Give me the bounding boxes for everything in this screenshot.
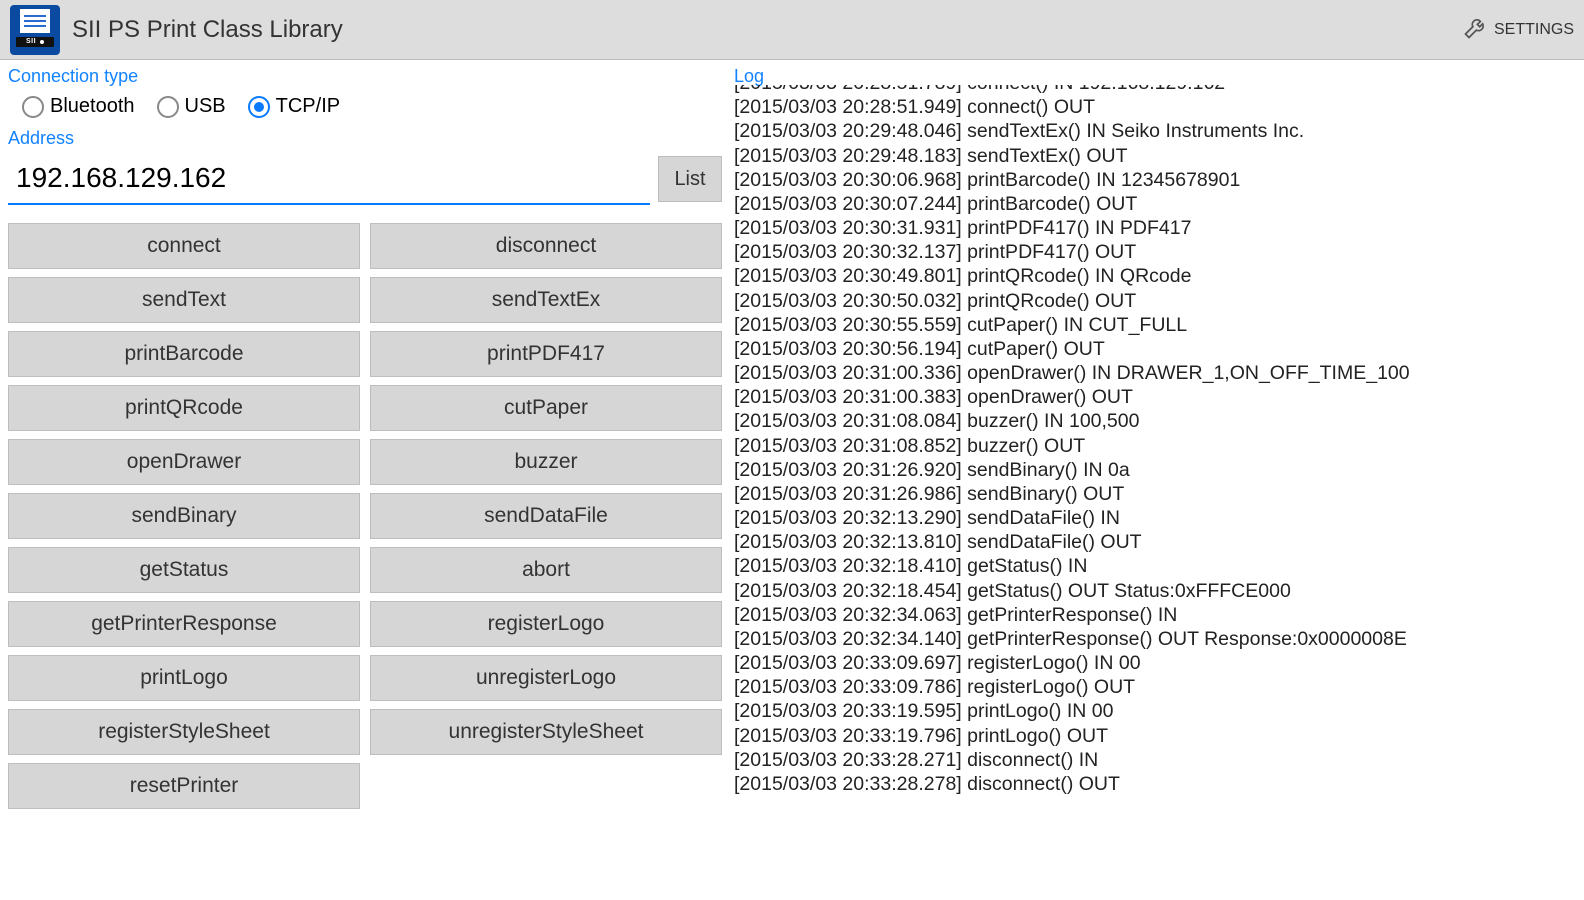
app-icon-text: SII bbox=[26, 38, 36, 45]
settings-button[interactable]: SETTINGS bbox=[1462, 13, 1574, 46]
radio-tcpip-label: TCP/IP bbox=[276, 95, 340, 118]
wrench-icon bbox=[1462, 13, 1490, 46]
getstatus-button[interactable]: getStatus bbox=[8, 547, 360, 593]
log-line: [2015/03/03 20:28:51.949] connect() OUT bbox=[734, 95, 1576, 119]
log-line: [2015/03/03 20:33:28.278] disconnect() O… bbox=[734, 772, 1576, 796]
right-panel: Log [2015/03/03 20:28:51.789] connect() … bbox=[730, 60, 1584, 900]
radio-usb[interactable]: USB bbox=[157, 95, 226, 118]
log-line: [2015/03/03 20:30:55.559] cutPaper() IN … bbox=[734, 313, 1576, 337]
log-line: [2015/03/03 20:32:13.290] sendDataFile()… bbox=[734, 506, 1576, 530]
log-line: [2015/03/03 20:32:13.810] sendDataFile()… bbox=[734, 530, 1576, 554]
titlebar: SII SII PS Print Class Library SETTINGS bbox=[0, 0, 1584, 60]
log-line: [2015/03/03 20:32:18.410] getStatus() IN bbox=[734, 554, 1576, 578]
sendtextex-button[interactable]: sendTextEx bbox=[370, 277, 722, 323]
resetprinter-button[interactable]: resetPrinter bbox=[8, 763, 360, 809]
log-line: [2015/03/03 20:31:26.920] sendBinary() I… bbox=[734, 458, 1576, 482]
log-line: [2015/03/03 20:32:34.140] getPrinterResp… bbox=[734, 627, 1576, 651]
log-line: [2015/03/03 20:30:07.244] printBarcode()… bbox=[734, 192, 1576, 216]
connect-button[interactable]: connect bbox=[8, 223, 360, 269]
address-input[interactable] bbox=[8, 153, 650, 205]
list-button[interactable]: List bbox=[658, 156, 722, 202]
abort-button[interactable]: abort bbox=[370, 547, 722, 593]
log-line: [2015/03/03 20:30:06.968] printBarcode()… bbox=[734, 168, 1576, 192]
radio-bluetooth[interactable]: Bluetooth bbox=[22, 95, 135, 118]
log-line: [2015/03/03 20:30:32.137] printPDF417() … bbox=[734, 240, 1576, 264]
unregisterlogo-button[interactable]: unregisterLogo bbox=[370, 655, 722, 701]
registerlogo-button[interactable]: registerLogo bbox=[370, 601, 722, 647]
log-line: [2015/03/03 20:33:09.786] registerLogo()… bbox=[734, 675, 1576, 699]
log-line: [2015/03/03 20:33:19.796] printLogo() OU… bbox=[734, 724, 1576, 748]
getprinterresponse-button[interactable]: getPrinterResponse bbox=[8, 601, 360, 647]
radio-usb-label: USB bbox=[185, 95, 226, 118]
printpdf417-button[interactable]: printPDF417 bbox=[370, 331, 722, 377]
cutpaper-button[interactable]: cutPaper bbox=[370, 385, 722, 431]
log-line: [2015/03/03 20:30:50.032] printQRcode() … bbox=[734, 289, 1576, 313]
log-line: [2015/03/03 20:33:19.595] printLogo() IN… bbox=[734, 699, 1576, 723]
log-line: [2015/03/03 20:31:26.986] sendBinary() O… bbox=[734, 482, 1576, 506]
connection-type-row: Bluetooth USB TCP/IP bbox=[8, 89, 722, 128]
left-panel: Connection type Bluetooth USB TCP/IP Add… bbox=[0, 60, 730, 900]
log-line: [2015/03/03 20:31:08.084] buzzer() IN 10… bbox=[734, 409, 1576, 433]
disconnect-button[interactable]: disconnect bbox=[370, 223, 722, 269]
log-line: [2015/03/03 20:33:28.271] disconnect() I… bbox=[734, 748, 1576, 772]
log-line: [2015/03/03 20:30:56.194] cutPaper() OUT bbox=[734, 337, 1576, 361]
log-line: [2015/03/03 20:31:00.336] openDrawer() I… bbox=[734, 361, 1576, 385]
opendrawer-button[interactable]: openDrawer bbox=[8, 439, 360, 485]
senddatafile-button[interactable]: sendDataFile bbox=[370, 493, 722, 539]
registerstylesheet-button[interactable]: registerStyleSheet bbox=[8, 709, 360, 755]
log-line: [2015/03/03 20:29:48.046] sendTextEx() I… bbox=[734, 119, 1576, 143]
address-label: Address bbox=[8, 128, 722, 149]
log-line: [2015/03/03 20:30:31.931] printPDF417() … bbox=[734, 216, 1576, 240]
log-line: [2015/03/03 20:30:49.801] printQRcode() … bbox=[734, 264, 1576, 288]
log-line: [2015/03/03 20:31:00.383] openDrawer() O… bbox=[734, 385, 1576, 409]
log-line: [2015/03/03 20:32:34.063] getPrinterResp… bbox=[734, 603, 1576, 627]
log-label: Log bbox=[734, 66, 1576, 87]
printlogo-button[interactable]: printLogo bbox=[8, 655, 360, 701]
buzzer-button[interactable]: buzzer bbox=[370, 439, 722, 485]
log-line: [2015/03/03 20:31:08.852] buzzer() OUT bbox=[734, 434, 1576, 458]
unregisterstylesheet-button[interactable]: unregisterStyleSheet bbox=[370, 709, 722, 755]
log-line: [2015/03/03 20:32:18.454] getStatus() OU… bbox=[734, 579, 1576, 603]
radio-icon bbox=[22, 96, 44, 118]
radio-icon bbox=[157, 96, 179, 118]
app-title: SII PS Print Class Library bbox=[72, 16, 1462, 44]
log-line: [2015/03/03 20:28:51.789] connect() IN 1… bbox=[734, 85, 1576, 95]
log-line: [2015/03/03 20:33:09.697] registerLogo()… bbox=[734, 651, 1576, 675]
app-icon: SII bbox=[10, 5, 60, 55]
api-button-grid: connectdisconnectsendTextsendTextExprint… bbox=[8, 223, 722, 809]
log-line: [2015/03/03 20:29:48.183] sendTextEx() O… bbox=[734, 144, 1576, 168]
settings-label: SETTINGS bbox=[1494, 21, 1574, 39]
connection-type-label: Connection type bbox=[8, 66, 722, 87]
sendbinary-button[interactable]: sendBinary bbox=[8, 493, 360, 539]
printqrcode-button[interactable]: printQRcode bbox=[8, 385, 360, 431]
sendtext-button[interactable]: sendText bbox=[8, 277, 360, 323]
log-area[interactable]: [2015/03/03 20:28:51.789] connect() IN 1… bbox=[734, 85, 1576, 892]
radio-tcpip[interactable]: TCP/IP bbox=[248, 95, 340, 118]
printbarcode-button[interactable]: printBarcode bbox=[8, 331, 360, 377]
radio-bluetooth-label: Bluetooth bbox=[50, 95, 135, 118]
radio-icon bbox=[248, 96, 270, 118]
